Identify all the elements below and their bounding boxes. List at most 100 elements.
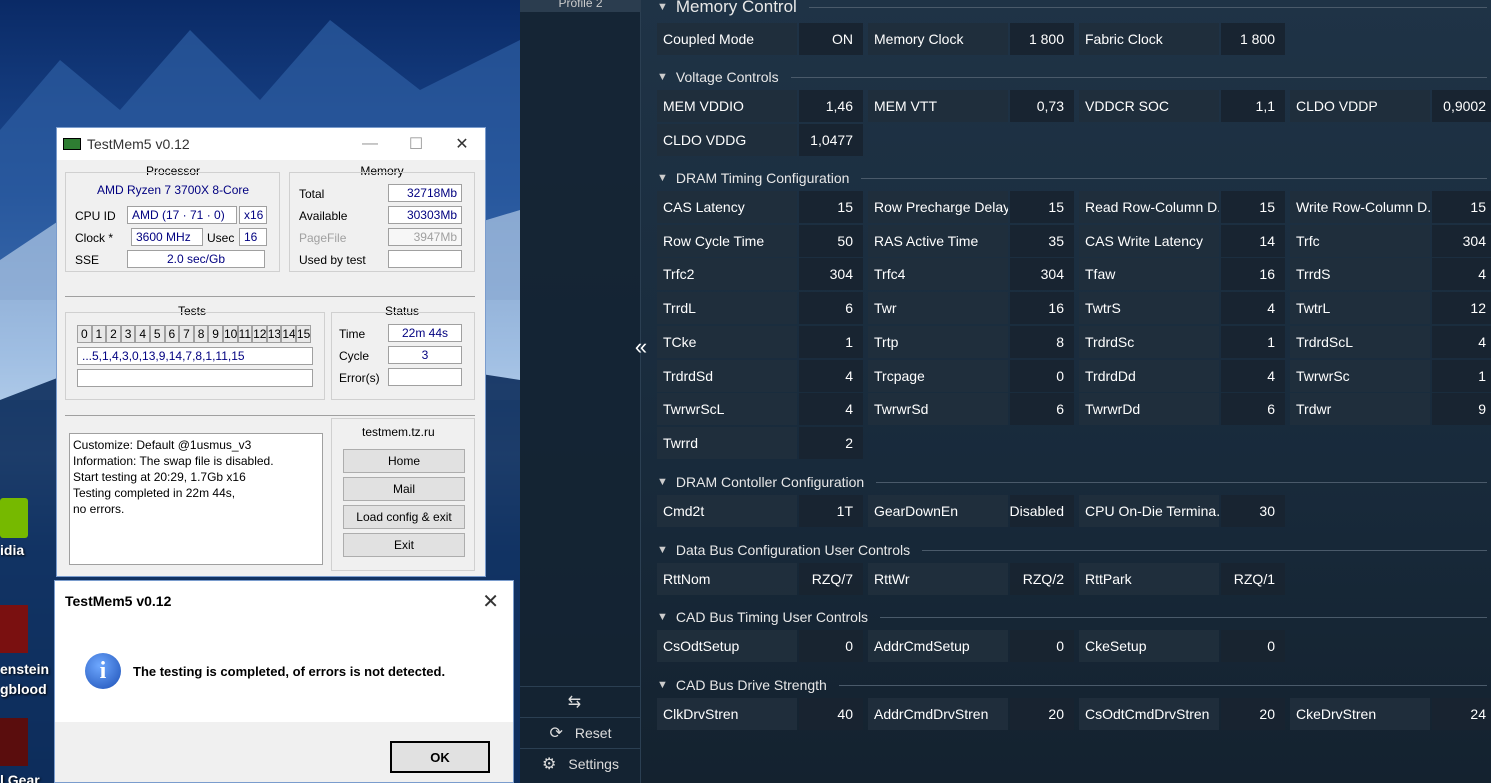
- setting-cell[interactable]: TwrwrSc 1: [1290, 359, 1491, 392]
- section-header[interactable]: ▼ Data Bus Configuration User Controls: [657, 540, 1487, 560]
- setting-value[interactable]: 15: [1010, 191, 1074, 223]
- setting-value[interactable]: 9: [1432, 393, 1491, 426]
- setting-cell[interactable]: Twrrd 2: [657, 426, 863, 459]
- setting-cell[interactable]: Tfaw 16: [1079, 258, 1285, 291]
- setting-value[interactable]: 6: [1221, 393, 1285, 426]
- setting-cell[interactable]: TrrdL 6: [657, 292, 863, 325]
- reset-nav[interactable]: ⟳ Reset: [520, 717, 641, 747]
- section-header[interactable]: ▼ CAD Bus Timing User Controls: [657, 607, 1487, 627]
- setting-value[interactable]: 4: [1221, 292, 1285, 325]
- setting-value[interactable]: 1: [1432, 359, 1491, 392]
- exit-button[interactable]: Exit: [343, 533, 465, 557]
- minimize-button[interactable]: —: [347, 128, 393, 160]
- setting-value[interactable]: 1 800: [1010, 23, 1074, 55]
- setting-cell[interactable]: AddrCmdDrvStren 20: [868, 698, 1074, 730]
- setting-value[interactable]: 16: [1010, 292, 1074, 325]
- setting-value[interactable]: 1: [799, 325, 863, 358]
- nvidia-icon[interactable]: idia: [0, 498, 60, 558]
- setting-cell[interactable]: RttNom RZQ/7: [657, 563, 863, 595]
- setting-value[interactable]: 304: [799, 258, 863, 291]
- setting-cell[interactable]: Trtp 8: [868, 325, 1074, 358]
- setting-cell[interactable]: CLDO VDDP 0,9002: [1290, 90, 1491, 122]
- setting-cell[interactable]: CPU On-Die Termina... 30: [1079, 495, 1285, 527]
- log-textarea[interactable]: Customize: Default @1usmus_v3 Information…: [69, 433, 323, 565]
- dialog-close-button[interactable]: ✕: [482, 589, 499, 614]
- setting-value[interactable]: Disabled: [1010, 495, 1074, 527]
- testmem-titlebar[interactable]: TestMem5 v0.12 — ☐ ✕: [57, 128, 485, 160]
- collapse-sidebar-button[interactable]: «: [629, 336, 653, 360]
- setting-cell[interactable]: TCke 1: [657, 325, 863, 358]
- setting-cell[interactable]: RttPark RZQ/1: [1079, 563, 1285, 595]
- setting-value[interactable]: 15: [1221, 191, 1285, 223]
- setting-value[interactable]: 304: [1010, 258, 1074, 291]
- setting-value[interactable]: 4: [799, 393, 863, 426]
- setting-value[interactable]: 16: [1221, 258, 1285, 291]
- setting-cell[interactable]: Fabric Clock 1 800: [1079, 23, 1285, 55]
- setting-value[interactable]: 4: [799, 359, 863, 392]
- section-header[interactable]: ▼ Voltage Controls: [657, 67, 1487, 87]
- load-config-button[interactable]: Load config & exit: [343, 505, 465, 529]
- setting-cell[interactable]: Coupled Mode ON: [657, 23, 863, 55]
- setting-cell[interactable]: TwrwrDd 6: [1079, 393, 1285, 426]
- setting-value[interactable]: 35: [1010, 224, 1074, 257]
- close-button[interactable]: ✕: [439, 128, 485, 160]
- section-header[interactable]: ▼ DRAM Timing Configuration: [657, 168, 1487, 188]
- setting-cell[interactable]: Row Precharge Delay 15: [868, 191, 1074, 223]
- maximize-button[interactable]: ☐: [393, 128, 439, 160]
- setting-cell[interactable]: Cmd2t 1T: [657, 495, 863, 527]
- setting-value[interactable]: 30: [1221, 495, 1285, 527]
- setting-value[interactable]: 4: [1432, 325, 1491, 358]
- ok-button[interactable]: OK: [390, 741, 490, 773]
- setting-value[interactable]: 2: [799, 426, 863, 459]
- setting-value[interactable]: 14: [1221, 224, 1285, 257]
- setting-value[interactable]: 0,9002: [1432, 90, 1491, 122]
- setting-cell[interactable]: TwrwrScL 4: [657, 393, 863, 426]
- setting-value[interactable]: 15: [799, 191, 863, 223]
- setting-value[interactable]: 15: [1432, 191, 1491, 223]
- setting-cell[interactable]: TrdrdScL 4: [1290, 325, 1491, 358]
- setting-value[interactable]: 0: [799, 630, 863, 662]
- setting-value[interactable]: 4: [1432, 258, 1491, 291]
- setting-cell[interactable]: TrdrdSc 1: [1079, 325, 1285, 358]
- setting-value[interactable]: 0: [1221, 630, 1285, 662]
- setting-cell[interactable]: TrdrdSd 4: [657, 359, 863, 392]
- setting-cell[interactable]: Trfc4 304: [868, 258, 1074, 291]
- setting-cell[interactable]: Trfc2 304: [657, 258, 863, 291]
- setting-cell[interactable]: Memory Clock 1 800: [868, 23, 1074, 55]
- setting-value[interactable]: 8: [1010, 325, 1074, 358]
- profile-tab[interactable]: Profile 2: [520, 0, 641, 12]
- wolfenstein-icon[interactable]: enstein gblood: [0, 605, 60, 699]
- home-button[interactable]: Home: [343, 449, 465, 473]
- site-link[interactable]: testmem.tz.ru: [362, 425, 435, 439]
- section-header[interactable]: ▼ Memory Control: [657, 0, 1487, 17]
- setting-cell[interactable]: TrdrdDd 4: [1079, 359, 1285, 392]
- setting-value[interactable]: 6: [1010, 393, 1074, 426]
- setting-cell[interactable]: ClkDrvStren 40: [657, 698, 863, 730]
- setting-cell[interactable]: TwrwrSd 6: [868, 393, 1074, 426]
- setting-cell[interactable]: Trfc 304: [1290, 224, 1491, 257]
- setting-value[interactable]: 40: [799, 698, 863, 730]
- setting-cell[interactable]: TwtrL 12: [1290, 292, 1491, 325]
- section-header[interactable]: ▼ CAD Bus Drive Strength: [657, 675, 1487, 695]
- setting-value[interactable]: 4: [1221, 359, 1285, 392]
- setting-cell[interactable]: Read Row-Column D... 15: [1079, 191, 1285, 223]
- setting-value[interactable]: 24: [1432, 698, 1491, 730]
- setting-cell[interactable]: GearDownEn Disabled: [868, 495, 1074, 527]
- setting-value[interactable]: 1T: [799, 495, 863, 527]
- setting-cell[interactable]: CsOdtSetup 0: [657, 630, 863, 662]
- setting-value[interactable]: 1: [1221, 325, 1285, 358]
- settings-nav[interactable]: ⚙ Settings: [520, 748, 641, 778]
- setting-value[interactable]: 0,73: [1010, 90, 1074, 122]
- setting-cell[interactable]: TrrdS 4: [1290, 258, 1491, 291]
- setting-cell[interactable]: CAS Latency 15: [657, 191, 863, 223]
- setting-value[interactable]: RZQ/7: [799, 563, 863, 595]
- setting-value[interactable]: 1,0477: [799, 123, 863, 156]
- setting-cell[interactable]: CLDO VDDG 1,0477: [657, 123, 863, 156]
- setting-value[interactable]: 12: [1432, 292, 1491, 325]
- setting-value[interactable]: RZQ/1: [1221, 563, 1285, 595]
- setting-value[interactable]: 0: [1010, 359, 1074, 392]
- setting-cell[interactable]: Twr 16: [868, 292, 1074, 325]
- setting-cell[interactable]: Write Row-Column D... 15: [1290, 191, 1491, 223]
- setting-cell[interactable]: Trdwr 9: [1290, 393, 1491, 426]
- setting-cell[interactable]: CkeDrvStren 24: [1290, 698, 1491, 730]
